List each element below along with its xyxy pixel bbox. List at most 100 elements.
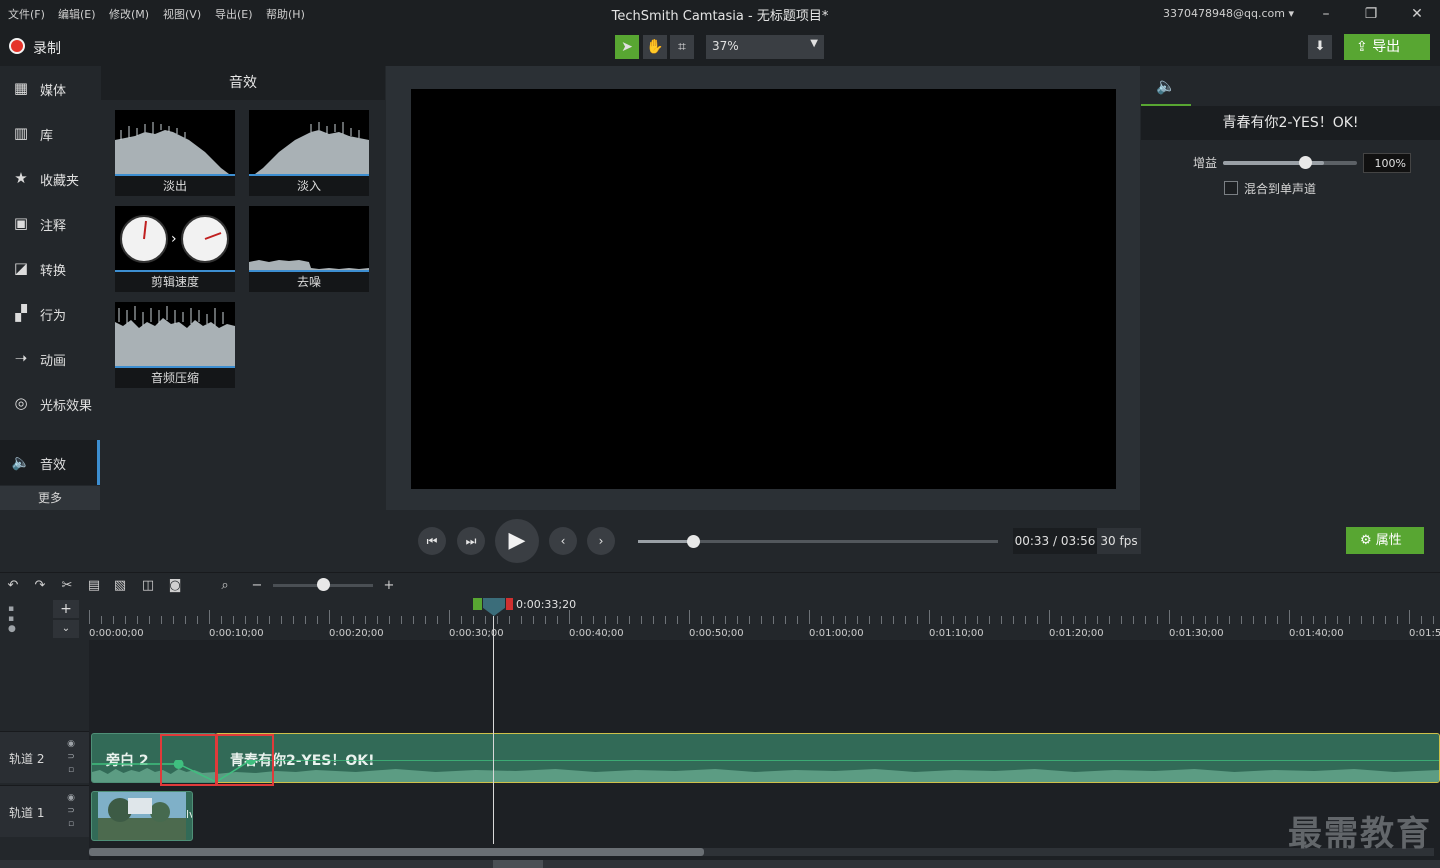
tick-label: 0:00:40;00 <box>569 628 624 639</box>
search-icon[interactable]: ⌕ <box>216 577 234 595</box>
audio-icon[interactable]: ⊃ <box>64 751 78 764</box>
step-back-icon[interactable]: ⏮ <box>418 527 446 555</box>
speaker-icon: 🔈 <box>11 453 31 471</box>
lock-icon[interactable]: ▫ <box>64 818 78 831</box>
undo-icon[interactable]: ↶ <box>4 577 22 595</box>
nav-media[interactable]: ▦ 媒体 <box>0 66 100 111</box>
add-track-icon[interactable]: + <box>53 600 79 618</box>
fx-fade-in[interactable]: 淡入 <box>249 110 369 196</box>
play-icon[interactable]: ▶ <box>495 519 539 563</box>
step-forward-icon[interactable]: ⏭ <box>457 527 485 555</box>
ruler-ticks <box>89 610 1434 624</box>
video-canvas[interactable] <box>411 89 1116 489</box>
track-height-icon[interactable]: ▪ ▪ ● <box>8 604 16 634</box>
record-icon[interactable] <box>9 38 25 54</box>
copy-icon[interactable]: ▤ <box>85 577 103 595</box>
timeline-zoom-handle[interactable] <box>317 578 330 591</box>
tick-label: 0:00:20;00 <box>329 628 384 639</box>
download-icon[interactable]: ⬇ <box>1308 35 1332 59</box>
film-icon: ▦ <box>13 79 29 97</box>
redo-icon[interactable]: ↷ <box>31 577 49 595</box>
gain-slider-handle[interactable] <box>1299 156 1312 169</box>
zoom-select[interactable]: 37% ▼ <box>706 35 824 59</box>
nav-favorites[interactable]: ★ 收藏夹 <box>0 156 100 201</box>
audio-icon[interactable]: ⊃ <box>64 805 78 818</box>
export-button[interactable]: ⇪ 导出 <box>1344 34 1430 60</box>
playback-bar: ⏮ ⏭ ▶ ‹ › 00:33 / 03:56 30 fps ⚙ 属性 <box>0 511 1440 571</box>
gain-value-input[interactable]: 100% <box>1363 153 1411 173</box>
nav-label: 收藏夹 <box>40 174 80 189</box>
audio-properties-tab[interactable]: 🔈 <box>1141 66 1191 106</box>
track-controls: ◉ ⊃ ▫ <box>64 738 78 777</box>
chevron-down-icon: ▼ <box>810 38 818 49</box>
tick-label: 0:00:50;00 <box>689 628 744 639</box>
paste-icon[interactable]: ▧ <box>111 577 129 595</box>
select-tool-icon[interactable]: ➤ <box>615 35 639 59</box>
nav-label: 库 <box>40 129 54 144</box>
previous-icon[interactable]: ‹ <box>549 527 577 555</box>
snapshot-icon[interactable]: ◙ <box>166 577 184 595</box>
timecode: 00:33 / 03:56 <box>1013 528 1097 554</box>
nav-label: 光标效果 <box>40 399 93 414</box>
bottom-scrollbar-thumb[interactable] <box>493 860 543 868</box>
fx-audio-compression[interactable]: 音频压缩 <box>115 302 235 388</box>
timeline-scrollbar[interactable] <box>89 848 1434 856</box>
lock-icon[interactable]: ▫ <box>64 764 78 777</box>
minimize-icon[interactable]: – <box>1316 4 1336 24</box>
nav-label: 媒体 <box>40 84 67 99</box>
track-header-1[interactable]: 轨道 1 ◉ ⊃ ▫ <box>0 785 89 837</box>
time-ruler[interactable]: 0:00:00;00 0:00:10;00 0:00:20;00 0:00:30… <box>89 598 1440 640</box>
song-clip[interactable]: 青春有你2-YES！OK! <box>215 733 1440 783</box>
properties-label: 属性 <box>1375 533 1402 548</box>
more-button[interactable]: 更多 <box>0 486 100 510</box>
nav-annotations[interactable]: ▣ 注释 <box>0 201 100 246</box>
track-controls: ◉ ⊃ ▫ <box>64 792 78 831</box>
fx-fade-out[interactable]: 淡出 <box>115 110 235 196</box>
tick-label: 0:00:00;00 <box>89 628 144 639</box>
next-icon[interactable]: › <box>587 527 615 555</box>
chevron-down-icon[interactable]: ⌄ <box>53 620 79 638</box>
track-name: 轨道 1 <box>9 806 45 820</box>
nav-library[interactable]: ▥ 库 <box>0 111 100 156</box>
mix-to-mono-label: 混合到单声道 <box>1244 182 1317 196</box>
fx-clip-speed[interactable]: › 剪辑速度 <box>115 206 235 292</box>
zoom-out-icon[interactable]: − <box>248 577 266 595</box>
nav-label: 行为 <box>40 309 67 324</box>
fx-noise-removal[interactable]: 去噪 <box>249 206 369 292</box>
eye-icon[interactable]: ◉ <box>64 738 78 751</box>
mix-to-mono-checkbox[interactable] <box>1224 181 1238 195</box>
account-menu[interactable]: 3370478948@qq.com ▾ <box>1163 7 1294 20</box>
split-icon[interactable]: ◫ <box>139 577 157 595</box>
scrubber-handle[interactable] <box>687 535 700 548</box>
gain-slider[interactable] <box>1223 161 1357 165</box>
video-clip[interactable]: lv <box>91 791 193 841</box>
scrollbar-thumb[interactable] <box>89 848 704 856</box>
playhead-in-marker[interactable] <box>473 598 482 610</box>
crop-tool-icon[interactable]: ⌗ <box>670 35 694 59</box>
fade-out-thumbnail <box>115 110 235 176</box>
nav-transitions[interactable]: ◪ 转换 <box>0 246 100 291</box>
playhead-out-marker[interactable] <box>506 598 513 610</box>
record-button[interactable]: 录制 <box>33 38 61 58</box>
clip-speed-thumbnail: › <box>115 206 235 272</box>
eye-icon[interactable]: ◉ <box>64 792 78 805</box>
track-header-2[interactable]: 轨道 2 ◉ ⊃ ▫ <box>0 731 89 783</box>
maximize-icon[interactable]: ❐ <box>1361 4 1381 24</box>
properties-button[interactable]: ⚙ 属性 <box>1346 527 1424 554</box>
nav-cursor-effects[interactable]: ◎ 光标效果 <box>0 381 100 426</box>
bottom-scrollbar[interactable] <box>0 860 1440 868</box>
track-1: lv <box>89 785 1440 843</box>
nav-audio-effects[interactable]: 🔈 音效 <box>0 440 100 485</box>
export-label: 导出 <box>1372 39 1401 55</box>
behavior-icon: ▞ <box>15 304 27 322</box>
audio-compression-thumbnail <box>115 302 235 368</box>
nav-behaviors[interactable]: ▞ 行为 <box>0 291 100 336</box>
hand-tool-icon[interactable]: ✋ <box>643 35 667 59</box>
cut-icon[interactable]: ✂ <box>58 577 76 595</box>
fx-label: 去噪 <box>296 275 321 289</box>
zoom-in-icon[interactable]: + <box>380 577 398 595</box>
nav-animations[interactable]: ➝ 动画 <box>0 336 100 381</box>
timeline: ▪ ▪ ● + ⌄ 轨道 2 ◉ ⊃ ▫ 轨道 1 ◉ ⊃ ▫ 0:00:00;00… <box>0 598 1440 868</box>
scrubber-fill <box>638 540 689 543</box>
close-icon[interactable]: ✕ <box>1407 4 1427 24</box>
